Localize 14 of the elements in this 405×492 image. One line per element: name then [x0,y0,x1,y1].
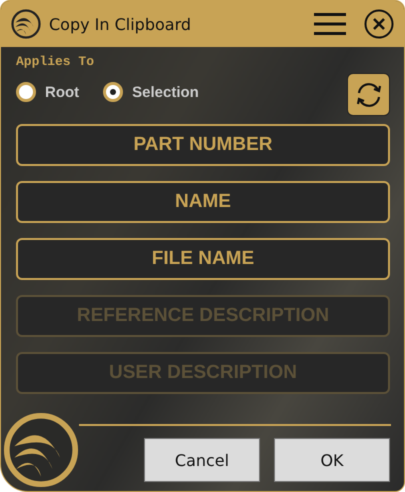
refresh-button[interactable] [347,73,390,116]
section-label: Applies To [16,54,96,69]
close-icon[interactable] [364,9,394,39]
field-button[interactable]: FILE NAME [16,238,390,280]
field-button[interactable]: NAME [16,181,390,223]
radio-option[interactable]: Root [16,82,80,102]
ok-button[interactable]: OK [274,438,390,482]
logo-icon [3,412,79,488]
logo-icon [11,9,41,39]
window-title: Copy In Clipboard [49,14,192,34]
radio-option[interactable]: Selection [103,82,199,102]
cancel-button[interactable]: Cancel [144,438,260,482]
field-button[interactable]: PART NUMBER [16,124,390,166]
menu-icon[interactable] [314,12,346,36]
